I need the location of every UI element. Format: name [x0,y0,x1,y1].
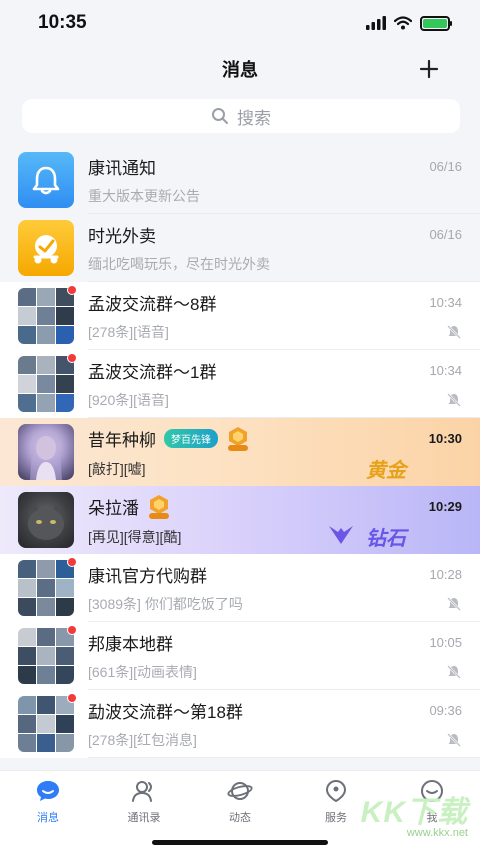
avatar [18,424,74,480]
conversation-row[interactable]: 孟波交流群～1群 10:34 [920条][语音] [0,350,480,418]
conversation-preview: [278条][语音] [88,324,169,340]
home-indicator [152,840,328,845]
search-input[interactable]: 搜索 [22,99,460,133]
tab-bar: 消息 通讯录 动态 服务 我 KK下载 www.kkx.net [0,770,480,853]
tab-label: 消息 [37,812,59,824]
group-avatar [18,625,77,684]
conversation-time: 06/16 [429,227,462,242]
conversation-name: 康讯官方代购群 [88,567,207,586]
conversation-time: 10:29 [428,499,462,514]
conversation-row-gold[interactable]: 昔年种柳 梦百先锋 10:30 [敲打][嘘] 黄金 [0,418,480,486]
unread-dot [67,353,77,363]
battery-icon [420,15,452,31]
conversation-row-diamond[interactable]: 朵拉潘 10:29 [再见][得意][酷] 钻石 [0,486,480,554]
service-icon [325,779,347,803]
conversation-name: 勐波交流群～第18群 [88,703,243,722]
conversation-preview: [3089条] 你们都吃饭了吗 [88,596,243,612]
avatar [18,492,74,548]
unread-dot [67,625,77,635]
conversation-time: 06/16 [429,159,462,174]
conversation-preview: 缅北吃喝玩乐，尽在时光外卖 [88,256,270,272]
status-time: 10:35 [38,12,87,33]
unread-dot [67,693,77,703]
bell-app-icon [18,152,74,208]
conversation-time: 10:05 [429,635,462,650]
tab-messages[interactable]: 消息 [0,779,96,853]
conversation-time: 10:30 [428,431,462,446]
mute-bell-icon [447,393,461,407]
wifi-icon [394,16,412,30]
pioneer-badge: 梦百先锋 [164,429,218,448]
mute-bell-icon [447,665,461,679]
mute-bell-icon [447,325,461,339]
conversation-row[interactable]: 邦康本地群 10:05 [661条][动画表情] [0,622,480,690]
conversation-time: 10:28 [429,567,462,582]
plus-icon [419,59,439,79]
unread-dot [67,557,77,567]
vip-medal-icon [228,426,248,451]
search-placeholder: 搜索 [237,108,271,128]
group-avatar [18,693,77,752]
delivery-app-icon [18,220,74,276]
conversation-time: 09:36 [429,703,462,718]
conversation-list: 康讯通知 06/16 重大版本更新公告 时光外卖 06/16 缅北吃喝玩乐，尽在… [0,146,480,758]
planet-icon [227,782,253,800]
tier-label-gold: 黄金 [366,460,406,482]
conversation-time: 10:34 [429,295,462,310]
conversation-name: 邦康本地群 [88,635,173,654]
conversation-preview: 重大版本更新公告 [88,188,200,204]
tab-label: 通讯录 [127,812,161,824]
conversation-name: 康讯通知 [88,159,156,178]
watermark-text: KK下载 [360,796,468,829]
conversation-row[interactable]: 勐波交流群～第18群 09:36 [278条][红包消息] [0,690,480,758]
conversation-preview: [661条][动画表情] [88,664,197,680]
vip-medal-icon [149,494,169,519]
tab-label: 服务 [325,812,347,824]
add-button[interactable] [414,54,444,84]
mute-bell-icon [447,733,461,747]
chat-icon [37,781,59,801]
conversation-name: 时光外卖 [88,227,156,246]
conversation-name: 孟波交流群～8群 [88,295,217,314]
page-title: 消息 [222,60,258,80]
conversation-row[interactable]: 时光外卖 06/16 缅北吃喝玩乐，尽在时光外卖 [0,214,480,282]
tier-label-diamond: 钻石 [366,528,406,550]
status-bar: 10:35 [0,0,480,46]
nav-bar: 消息 [0,46,480,92]
group-avatar [18,285,77,344]
tab-label: 动态 [229,812,251,824]
search-icon [212,108,228,124]
diamond-emblem-icon [329,526,353,544]
group-avatar [18,353,77,412]
conversation-time: 10:34 [429,363,462,378]
unread-dot [67,285,77,295]
conversation-row[interactable]: 康讯官方代购群 10:28 [3089条] 你们都吃饭了吗 [0,554,480,622]
conversation-preview: [再见][得意][酷] [88,528,182,545]
signal-icon [366,16,386,30]
watermark: KK下载 www.kkx.net [361,787,468,839]
mute-bell-icon [447,597,461,611]
contacts-icon [132,781,152,802]
conversation-name: 孟波交流群～1群 [88,363,217,382]
watermark-url: www.kkx.net [406,827,468,839]
status-icons [366,15,452,31]
group-avatar [18,557,77,616]
conversation-name: 朵拉潘 [88,499,139,518]
conversation-preview: [敲打][嘘] [88,460,146,477]
conversation-preview: [920条][语音] [88,392,169,408]
conversation-preview: [278条][红包消息] [88,732,197,748]
conversation-name: 昔年种柳 [88,431,156,450]
conversation-row[interactable]: 孟波交流群～8群 10:34 [278条][语音] [0,282,480,350]
conversation-row[interactable]: 康讯通知 06/16 重大版本更新公告 [0,146,480,214]
